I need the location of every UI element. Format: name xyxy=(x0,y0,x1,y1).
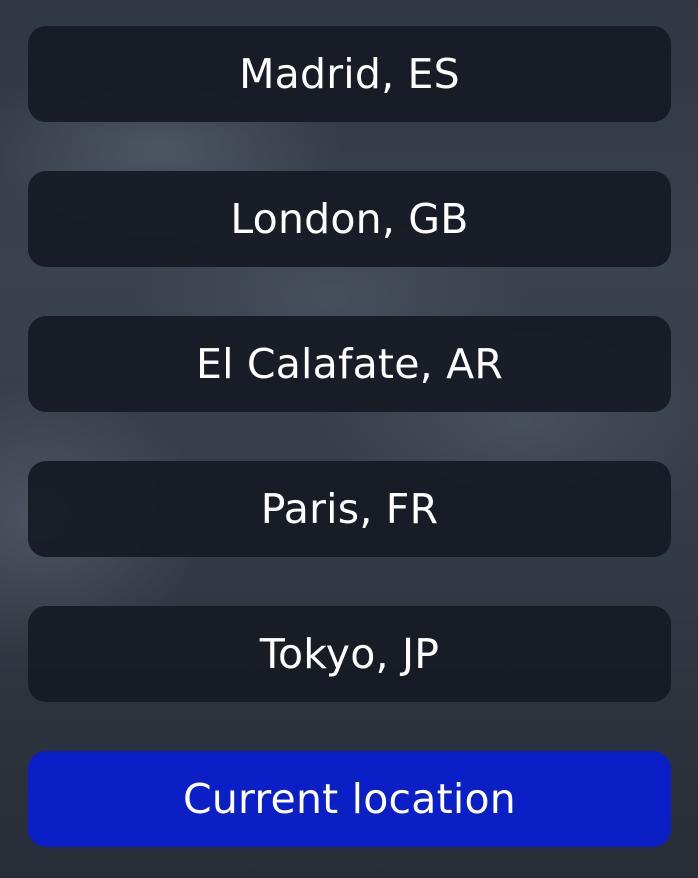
location-button-london[interactable]: London, GB xyxy=(28,171,671,267)
location-button-tokyo[interactable]: Tokyo, JP xyxy=(28,606,671,702)
location-label: Tokyo, JP xyxy=(259,630,440,678)
location-button-el-calafate[interactable]: El Calafate, AR xyxy=(28,316,671,412)
current-location-button[interactable]: Current location xyxy=(28,751,671,847)
location-label: Madrid, ES xyxy=(239,50,460,98)
location-label: El Calafate, AR xyxy=(195,340,504,388)
current-location-label: Current location xyxy=(183,775,516,823)
location-button-paris[interactable]: Paris, FR xyxy=(28,461,671,557)
location-label: London, GB xyxy=(230,195,469,243)
location-label: Paris, FR xyxy=(260,485,439,533)
location-list: Madrid, ES London, GB El Calafate, AR Pa… xyxy=(28,26,671,847)
location-button-madrid[interactable]: Madrid, ES xyxy=(28,26,671,122)
